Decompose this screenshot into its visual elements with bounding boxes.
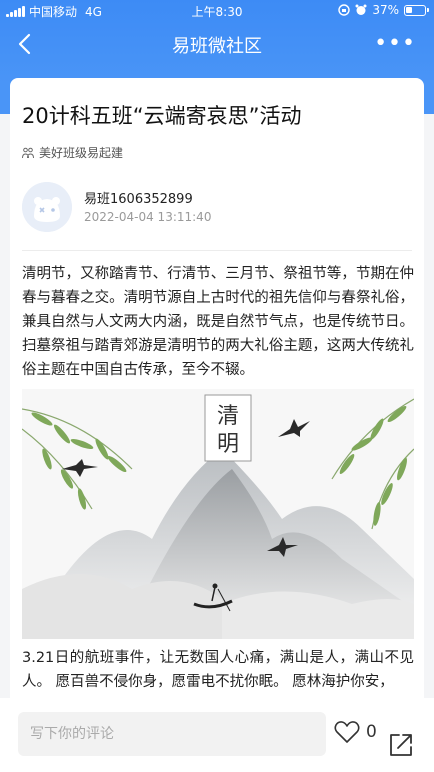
comment-input[interactable]: 写下你的评论	[18, 712, 326, 756]
post-title: 20计科五班“云端寄哀思”活动	[22, 104, 302, 128]
avatar[interactable]	[22, 182, 72, 232]
battery-label: 37%	[372, 3, 399, 17]
post-paragraph: 清明节，又称踏青节、行清节、三月节、祭祖节等，节期在仲春与暮春之交。清明节源自上…	[22, 266, 414, 378]
qingming-illustration: 清 明	[22, 389, 414, 639]
battery-icon	[404, 4, 429, 16]
divider	[22, 250, 412, 251]
illustration-char-1: 清	[217, 404, 239, 429]
alarm-icon	[355, 4, 367, 15]
heart-icon	[334, 721, 360, 743]
post-timestamp: 2022-04-04 13:11:40	[84, 210, 212, 224]
post-source[interactable]: 美好班级易起建	[22, 144, 123, 161]
source-label: 美好班级易起建	[39, 146, 124, 160]
group-icon	[22, 147, 34, 158]
share-button[interactable]	[388, 732, 414, 762]
post-card: 20计科五班“云端寄哀思”活动 美好班级易起建 易班1606352899 202…	[10, 78, 424, 698]
author-row[interactable]: 易班1606352899 2022-04-04 13:11:40	[22, 182, 412, 242]
like-count: 0	[366, 722, 377, 742]
status-bar: 中国移动 4G 上午8:30 37%	[0, 0, 434, 22]
orientation-lock-icon	[338, 4, 351, 16]
bottom-bar: 写下你的评论 0	[0, 698, 434, 772]
nav-bar: 易班微社区 •••	[0, 22, 434, 66]
post-image[interactable]: 清 明	[22, 389, 414, 639]
illustration-char-2: 明	[217, 432, 239, 457]
more-dots-icon: •••	[374, 31, 416, 56]
share-icon	[390, 734, 412, 756]
like-button[interactable]: 0	[334, 720, 377, 744]
post-paragraph-2: 3.21日的航班事件，让无数国人心痛，满山是人，满山不见人。 愿百兽不侵你身，愿…	[22, 650, 414, 690]
nav-title: 易班微社区	[172, 36, 262, 57]
default-avatar-icon	[22, 182, 72, 232]
author-name: 易班1606352899	[84, 192, 193, 207]
more-button[interactable]: •••	[374, 31, 416, 56]
